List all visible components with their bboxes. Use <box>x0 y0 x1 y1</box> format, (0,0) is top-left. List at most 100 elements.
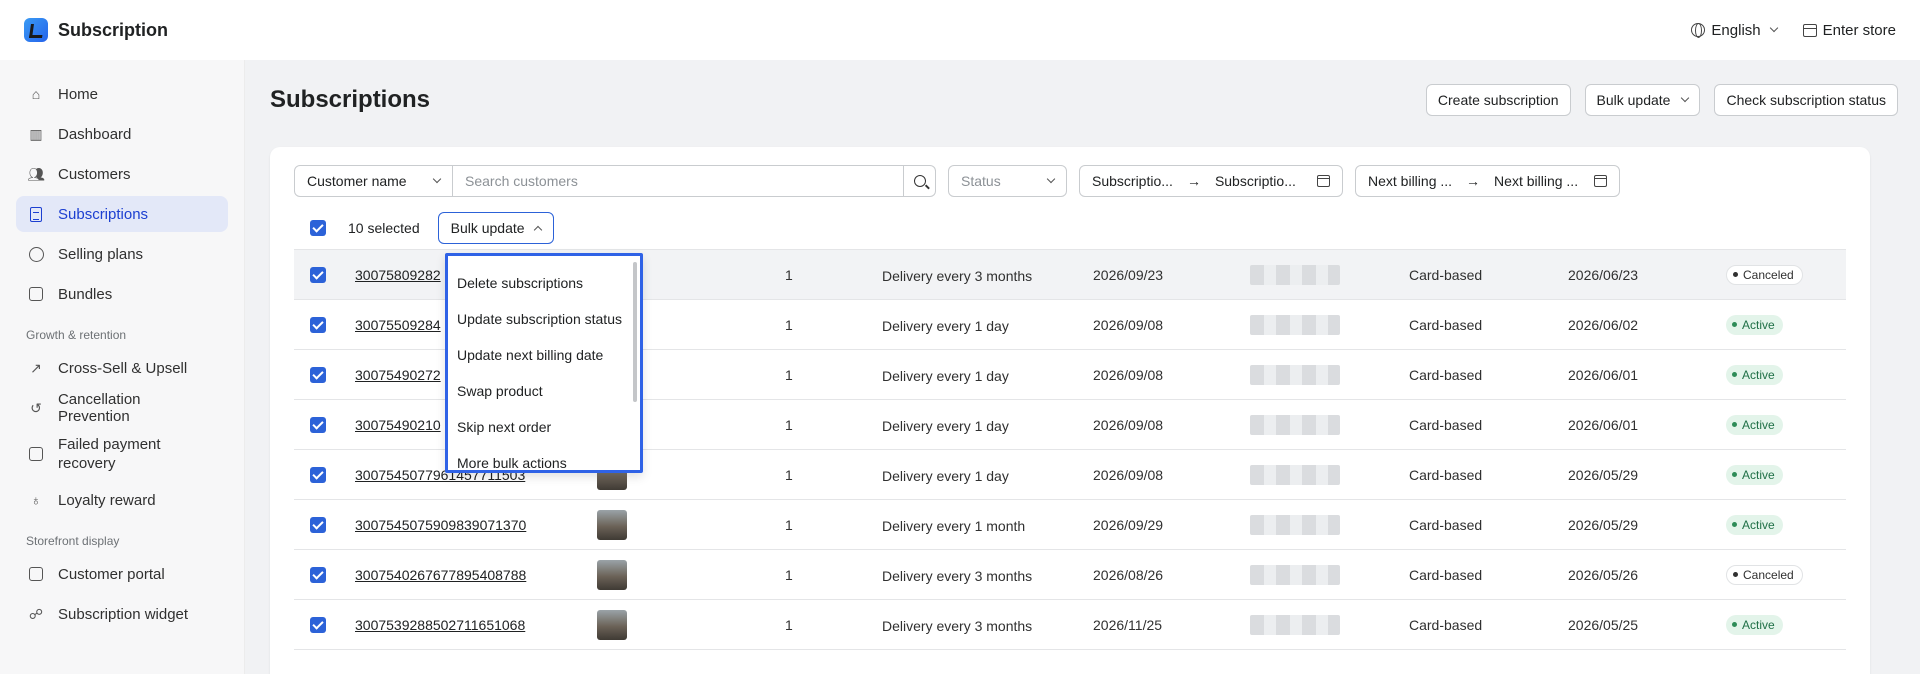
app-logo-icon <box>24 18 48 42</box>
delivery-cell: Delivery every 1 day <box>882 368 1009 384</box>
page-title: Subscriptions <box>270 86 431 113</box>
menu-item-skip-next-order[interactable]: Skip next order <box>448 409 640 445</box>
quantity-cell: 1 <box>785 466 793 483</box>
wallet-icon <box>28 446 44 462</box>
bulk-update-button[interactable]: Bulk update <box>437 212 554 244</box>
status-dot-icon <box>1732 622 1737 627</box>
dropdown-scrollbar[interactable] <box>633 262 637 402</box>
date-cell: 2026/09/08 <box>1093 466 1164 483</box>
date-cell: 2026/09/29 <box>1093 516 1164 533</box>
table-row[interactable]: 3007545075909839071370 1 Delivery every 1 … <box>294 500 1846 550</box>
sidebar-item-cross-sell[interactable]: ↗ Cross-Sell & Upsell <box>16 350 228 386</box>
row-checkbox[interactable] <box>310 466 326 483</box>
language-selector[interactable]: English <box>1691 22 1778 39</box>
subscription-date-range[interactable]: Subscriptio... → Subscriptio... <box>1079 165 1343 197</box>
sidebar-item-subscription-widget[interactable]: ☍ Subscription widget <box>16 596 228 632</box>
date-cell: 2026/08/26 <box>1093 566 1164 583</box>
subscription-id-link[interactable]: 30075490272 <box>355 367 441 383</box>
sidebar-item-subscriptions[interactable]: Subscriptions <box>16 196 228 232</box>
customer-field-select[interactable]: Customer name <box>294 165 453 197</box>
sidebar-item-label: Subscription widget <box>58 605 189 623</box>
next-billing-cell: 2026/06/02 <box>1568 316 1639 333</box>
check-status-button[interactable]: Check subscription status <box>1714 84 1898 116</box>
sidebar-item-failed-payment[interactable]: Failed payment recovery <box>16 430 228 478</box>
sidebar-item-customer-portal[interactable]: Customer portal <box>16 556 228 592</box>
create-subscription-button[interactable]: Create subscription <box>1425 84 1571 116</box>
subscription-id-link[interactable]: 3007540267677895408788 <box>355 567 526 583</box>
payment-method-cell: Card-based <box>1409 566 1483 583</box>
search-input[interactable]: Search customers <box>453 165 904 197</box>
status-label: Active <box>1742 617 1775 632</box>
menu-item-delete-subscriptions[interactable]: Delete subscriptions <box>448 265 640 301</box>
search-button[interactable] <box>904 165 936 197</box>
status-dot-icon <box>1733 272 1738 277</box>
sidebar-item-label: Cross-Sell & Upsell <box>58 359 188 377</box>
arrow-right-icon: → <box>1186 173 1201 189</box>
date-cell: 2026/09/08 <box>1093 416 1164 433</box>
menu-item-more-bulk-actions[interactable]: More bulk actions <box>448 445 640 470</box>
date-cell: 2026/09/08 <box>1093 316 1164 333</box>
table-row[interactable]: 3007540267677895408788 1 Delivery every 3 … <box>294 550 1846 600</box>
row-checkbox[interactable] <box>310 616 326 633</box>
sidebar-item-label: Failed payment recovery <box>58 436 161 472</box>
date-cell: 2026/09/23 <box>1093 266 1164 283</box>
home-icon: ⌂ <box>31 86 41 102</box>
sidebar-item-home[interactable]: ⌂ Home <box>16 76 228 112</box>
sidebar-item-dashboard[interactable]: ▥ Dashboard <box>16 116 228 152</box>
status-label: Canceled <box>1743 567 1794 582</box>
status-badge: Canceled <box>1726 564 1803 585</box>
table-row[interactable]: 3007539288502711651068 1 Delivery every 3 … <box>294 600 1846 650</box>
store-icon <box>1802 23 1817 37</box>
subscription-id-link[interactable]: 30075809282 <box>355 267 441 283</box>
redacted-customer-cell <box>1250 564 1340 585</box>
status-label: Active <box>1742 317 1775 332</box>
row-checkbox[interactable] <box>310 266 326 283</box>
sidebar-item-customers[interactable]: 👥︎ Customers <box>16 156 228 192</box>
next-billing-cell: 2026/05/26 <box>1568 566 1639 583</box>
quantity-cell: 1 <box>785 516 793 533</box>
row-checkbox[interactable] <box>310 516 326 533</box>
range-start: Next billing ... <box>1368 173 1453 189</box>
portal-icon <box>28 566 44 582</box>
bulk-update-menu-button[interactable]: Bulk update <box>1584 84 1701 116</box>
customer-field-label: Customer name <box>307 173 407 189</box>
subscription-id-link[interactable]: 30075490210 <box>355 417 441 433</box>
bulk-update-dropdown: Delete subscriptions Update subscription… <box>445 253 643 473</box>
status-select[interactable]: Status <box>948 165 1067 197</box>
enter-store-link[interactable]: Enter store <box>1802 22 1896 39</box>
row-checkbox[interactable] <box>310 366 326 383</box>
sidebar-item-label: Dashboard <box>58 125 132 143</box>
row-checkbox[interactable] <box>310 566 326 583</box>
product-thumbnail <box>597 559 627 590</box>
subscription-id-link[interactable]: 30075509284 <box>355 317 441 333</box>
select-all-checkbox[interactable] <box>310 220 326 236</box>
status-badge: Active <box>1726 314 1783 335</box>
delivery-cell: Delivery every 1 day <box>882 468 1009 484</box>
sidebar-item-bundles[interactable]: Bundles <box>16 276 228 312</box>
menu-item-update-status[interactable]: Update subscription status <box>448 301 640 337</box>
row-checkbox[interactable] <box>310 416 326 433</box>
sidebar-item-selling-plans[interactable]: Selling plans <box>16 236 228 272</box>
sidebar-item-label: Bundles <box>58 285 113 303</box>
quantity-cell: 1 <box>785 266 793 283</box>
tag-icon <box>28 246 44 262</box>
sidebar-item-loyalty[interactable]: ♁ Loyalty reward <box>16 482 228 518</box>
sidebar-item-cancellation-prevention[interactable]: ↺ Cancellation Prevention <box>16 390 228 426</box>
delivery-cell: Delivery every 1 month <box>882 518 1026 534</box>
payment-method-cell: Card-based <box>1409 316 1483 333</box>
menu-item-update-next-billing[interactable]: Update next billing date <box>448 337 640 373</box>
status-dot-icon <box>1732 322 1737 327</box>
quantity-cell: 1 <box>785 416 793 433</box>
delivery-cell: Delivery every 3 months <box>882 618 1033 634</box>
quantity-cell: 1 <box>785 566 793 583</box>
delivery-cell: Delivery every 1 day <box>882 318 1009 334</box>
globe-icon <box>1691 23 1706 38</box>
menu-item-swap-product[interactable]: Swap product <box>448 373 640 409</box>
subscription-id-link[interactable]: 3007545075909839071370 <box>355 517 526 533</box>
subscription-id-link[interactable]: 3007539288502711651068 <box>355 617 525 633</box>
row-checkbox[interactable] <box>310 316 326 333</box>
trend-icon: ↗ <box>30 359 42 376</box>
sidebar-section-storefront: Storefront display <box>26 534 120 548</box>
status-dot-icon <box>1733 572 1738 577</box>
next-billing-date-range[interactable]: Next billing ... → Next billing ... <box>1355 165 1620 197</box>
